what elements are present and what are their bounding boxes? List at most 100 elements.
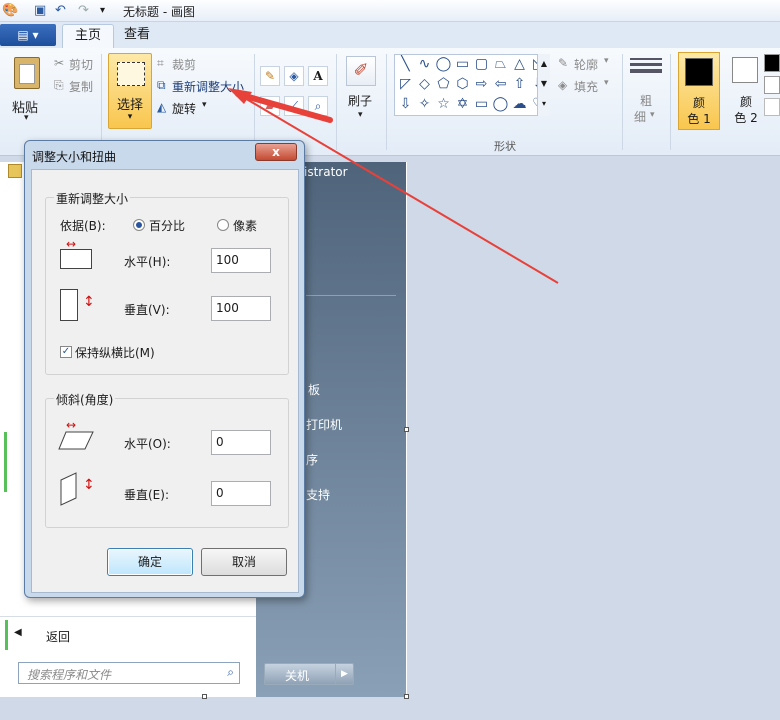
keep-ratio-label[interactable]: 保持纵横比(M) [75, 344, 155, 361]
outline-button[interactable]: 轮廓 [574, 56, 598, 73]
brush-button[interactable]: 刷子 [348, 92, 372, 109]
color-picker-icon[interactable]: ⟋ [284, 96, 304, 116]
text-tool-icon[interactable]: A [308, 66, 328, 86]
right-arrow-shape-icon[interactable]: ⇨ [472, 75, 491, 93]
paste-dropdown-icon: ▾ [24, 113, 29, 123]
right-angle-shape-icon[interactable]: ◸ [396, 75, 415, 93]
start-menu-back[interactable]: 返回 [46, 628, 70, 645]
skew-vertical-input[interactable]: 0 [211, 481, 271, 506]
start-menu-item-2[interactable]: 打印机 [306, 416, 342, 433]
resize-group-legend: 重新调整大小 [54, 190, 131, 207]
start-menu-user[interactable]: istrator [304, 165, 348, 179]
shapes-group-label: 形状 [494, 140, 516, 153]
line-shape-icon[interactable]: ╲ [396, 55, 415, 73]
color2-button[interactable]: 颜色 2 [726, 52, 766, 130]
redo-icon[interactable]: ↷ [78, 3, 89, 19]
start-menu-item-1[interactable]: 板 [308, 381, 320, 398]
percent-radio[interactable] [133, 219, 145, 231]
shapes-scroll[interactable]: ▲ ▼ ▾ [537, 54, 550, 116]
polygon-shape-icon[interactable]: ⏢ [491, 55, 510, 73]
select-button[interactable]: 选择 ▾ [108, 53, 152, 129]
oval-shape-icon[interactable]: ◯ [434, 55, 453, 73]
hexagon-shape-icon[interactable]: ⬡ [453, 75, 472, 93]
canvas-resize-handle-corner[interactable] [404, 694, 409, 699]
triangle-shape-icon[interactable]: △ [510, 55, 529, 73]
palette-white-swatch[interactable] [764, 76, 780, 94]
save-icon[interactable]: ▣ [34, 3, 46, 19]
title-bar: 🎨 ▣ ↶ ↷ ▾ 无标题 - 画图 [0, 0, 780, 22]
start-menu-item-4[interactable]: 支持 [306, 486, 330, 503]
vertical-arrow-icon: ↕ [83, 294, 95, 310]
pixels-radio[interactable] [217, 219, 229, 231]
four-point-star-shape-icon[interactable]: ✧ [415, 95, 434, 113]
oval-callout-shape-icon[interactable]: ◯ [491, 95, 510, 113]
canvas-resize-handle-right[interactable] [404, 427, 409, 432]
file-menu-button[interactable]: ▤ ▾ [0, 24, 56, 46]
magnifier-icon[interactable]: ⌕ [308, 96, 328, 116]
brush-icon[interactable]: ✐ [346, 56, 376, 86]
cancel-button[interactable]: 取消 [201, 548, 287, 576]
vertical-input[interactable]: 100 [211, 296, 271, 321]
clipboard-icon [14, 57, 40, 89]
keep-ratio-checkbox[interactable]: ✓ [60, 346, 72, 358]
left-arrow-shape-icon[interactable]: ⇦ [491, 75, 510, 93]
fill-dropdown-icon: ▾ [604, 78, 609, 88]
ok-button[interactable]: 确定 [107, 548, 193, 576]
copy-icon: ⎘ [54, 78, 64, 92]
search-icon[interactable]: ⌕ [227, 665, 234, 680]
diamond-shape-icon[interactable]: ◇ [415, 75, 434, 93]
dialog-title: 调整大小和扭曲 [32, 150, 117, 164]
shutdown-options-icon[interactable]: ▶ [335, 664, 353, 684]
palette-empty-swatch[interactable] [764, 98, 780, 116]
fill-bucket-icon[interactable]: ◈ [284, 66, 304, 86]
rotate-dropdown-icon: ▾ [202, 100, 207, 110]
size-label-line2[interactable]: 细 [634, 108, 646, 125]
basis-label: 依据(B): [60, 219, 106, 233]
customize-quick-access-icon[interactable]: ▾ [100, 3, 105, 19]
cut-button[interactable]: 剪切 [69, 56, 93, 73]
rotate-button[interactable]: 旋转 [172, 100, 196, 117]
skew-horizontal-input[interactable]: 0 [211, 430, 271, 455]
palette-black-swatch[interactable] [764, 54, 780, 72]
eraser-icon[interactable]: ▰ [260, 96, 280, 116]
copy-button[interactable]: 复制 [69, 78, 93, 95]
crop-button[interactable]: 裁剪 [172, 56, 196, 73]
color1-button[interactable]: 颜色 1 [678, 52, 720, 130]
canvas-resize-handle-bottom[interactable] [202, 694, 207, 699]
shutdown-label: 关机 [285, 669, 310, 683]
tab-home[interactable]: 主页 [62, 24, 115, 48]
start-menu-item-3[interactable]: 序 [306, 451, 318, 468]
dialog-close-button[interactable]: x [255, 143, 297, 161]
rectangle-shape-icon[interactable]: ▭ [453, 55, 472, 73]
pixels-label[interactable]: 像素 [233, 217, 257, 234]
paste-button[interactable]: 粘贴 ▾ [8, 53, 48, 129]
size-label-line1[interactable]: 粗 [640, 92, 652, 109]
select-dropdown-icon: ▾ [127, 112, 133, 122]
folder-icon [8, 164, 22, 178]
skew-group: 倾斜(角度) ↔ 水平(O): 0 ↕ 垂直(E): 0 [45, 391, 289, 528]
start-menu-search-input[interactable]: 搜索程序和文件 ⌕ [18, 662, 240, 684]
percent-label[interactable]: 百分比 [149, 217, 185, 234]
rounded-rectangle-shape-icon[interactable]: ▢ [472, 55, 491, 73]
six-point-star-shape-icon[interactable]: ✡ [453, 95, 472, 113]
fill-button[interactable]: 填充 [574, 78, 598, 95]
skew-horizontal-arrow-icon: ↔ [66, 418, 77, 432]
tab-view[interactable]: 查看 [112, 24, 162, 48]
horizontal-input[interactable]: 100 [211, 248, 271, 273]
color1-label-line2: 色 1 [687, 112, 711, 126]
size-lines-icon[interactable] [630, 56, 662, 76]
five-point-star-shape-icon[interactable]: ☆ [434, 95, 453, 113]
down-arrow-2-shape-icon[interactable]: ⇩ [396, 95, 415, 113]
up-arrow-shape-icon[interactable]: ⇧ [510, 75, 529, 93]
cloud-callout-shape-icon[interactable]: ☁ [510, 95, 529, 113]
curve-shape-icon[interactable]: ∿ [415, 55, 434, 73]
resize-button[interactable]: 重新调整大小 [172, 78, 244, 95]
rect-callout-shape-icon[interactable]: ▭ [472, 95, 491, 113]
undo-icon[interactable]: ↶ [55, 3, 66, 19]
pencil-icon[interactable]: ✎ [260, 66, 280, 86]
select-rectangle-icon [117, 62, 145, 86]
outline-dropdown-icon: ▾ [604, 56, 609, 66]
fill-icon: ◈ [558, 78, 568, 92]
pentagon-shape-icon[interactable]: ⬠ [434, 75, 453, 93]
shutdown-button[interactable]: 关机 ▶ [264, 663, 354, 685]
